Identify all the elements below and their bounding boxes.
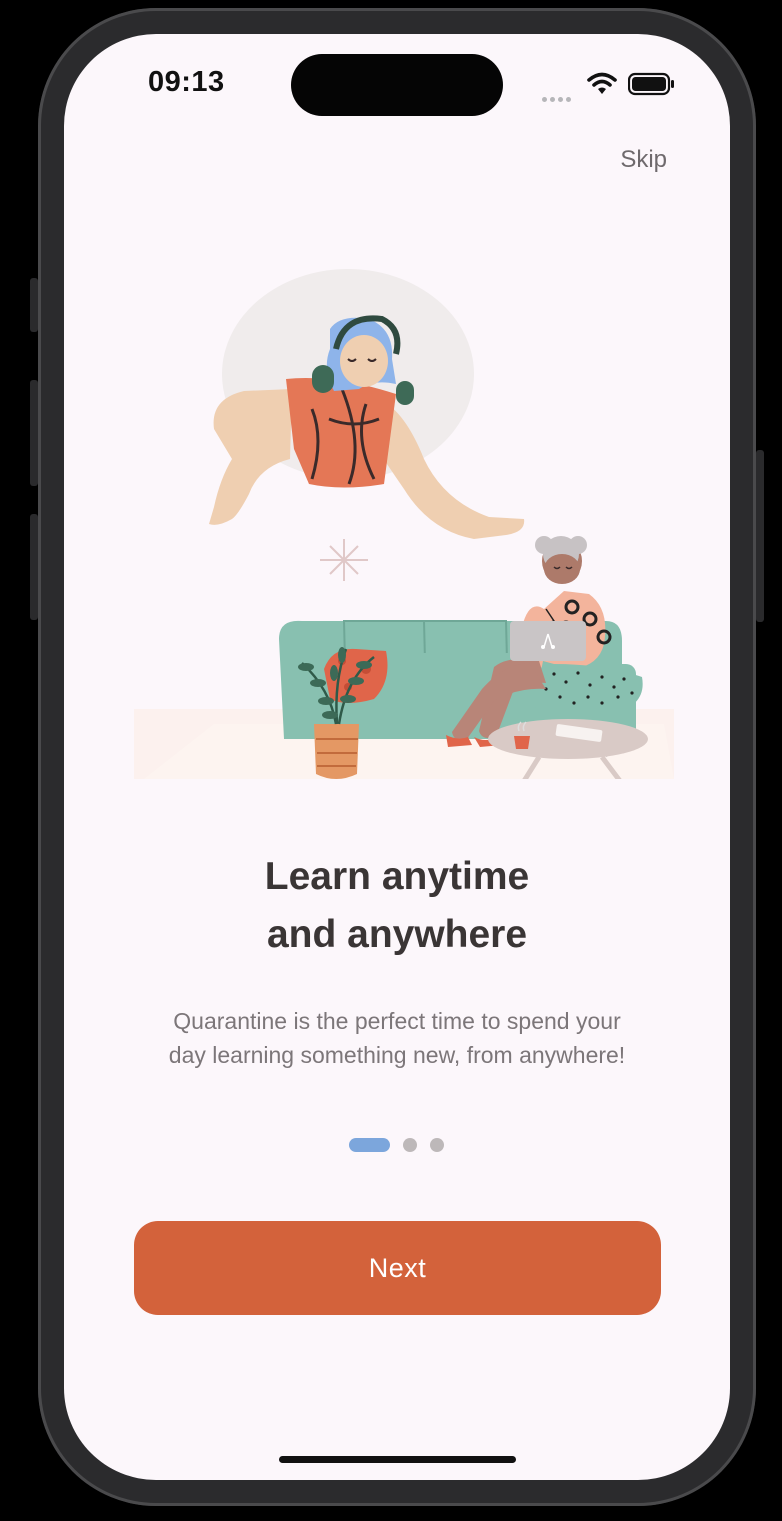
home-indicator[interactable] bbox=[279, 1456, 516, 1463]
onboarding-title-line2: and anywhere bbox=[266, 913, 528, 956]
dynamic-island bbox=[291, 54, 503, 116]
onboarding-illustration bbox=[134, 269, 674, 779]
action-button bbox=[30, 278, 38, 332]
skip-button[interactable]: Skip bbox=[620, 146, 667, 174]
onboarding-description-line2: day learning something new, from anywher… bbox=[168, 1042, 626, 1068]
page-indicator-dot[interactable] bbox=[430, 1138, 444, 1152]
page-indicator-dot-active[interactable] bbox=[349, 1138, 390, 1152]
power-button bbox=[756, 450, 764, 622]
battery-icon bbox=[628, 72, 674, 96]
status-time: 09:13 bbox=[148, 66, 225, 98]
wifi-icon bbox=[587, 72, 617, 94]
onboarding-title-line1: Learn anytime bbox=[264, 855, 530, 898]
volume-down-button bbox=[30, 514, 38, 620]
onboarding-description-line1: Quarantine is the perfect time to spend … bbox=[173, 1008, 621, 1034]
app-screen: 09:13 Skip Learn anytime and anywhere Qu… bbox=[64, 34, 730, 1480]
cellular-signal-icon bbox=[542, 89, 574, 107]
next-button[interactable]: Next bbox=[134, 1221, 661, 1315]
volume-up-button bbox=[30, 380, 38, 486]
page-indicator-dot[interactable] bbox=[403, 1138, 417, 1152]
